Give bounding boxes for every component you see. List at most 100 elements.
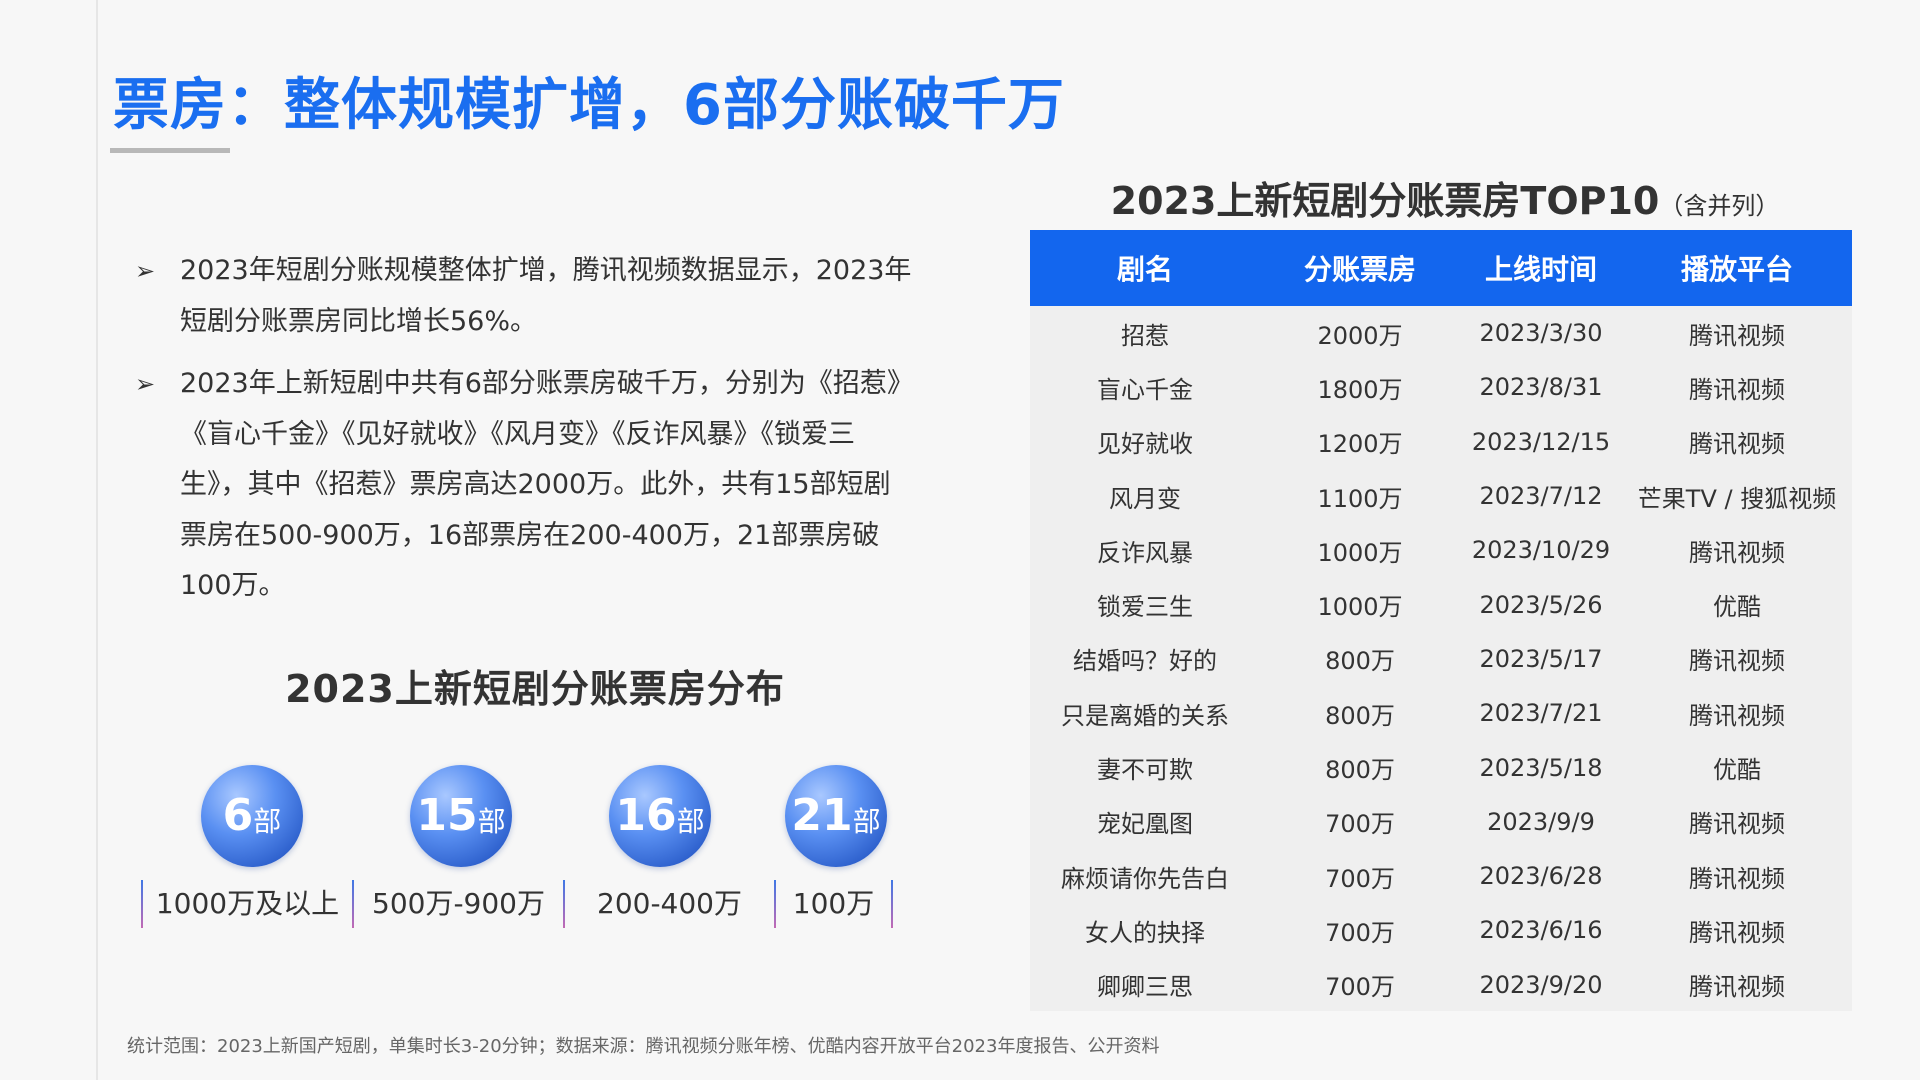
table-cell: 麻烦请你先告白 — [1061, 864, 1229, 893]
table-body: 招惹 2000万 2023/3/30 腾讯视频 盲心千金 1800万 2023/8/31 腾讯… — [1030, 306, 1852, 1012]
table-cell: 2023/8/31 — [1479, 373, 1603, 402]
table-cell: 卿卿三思 — [1097, 973, 1193, 1002]
table-cell: 腾讯视频 — [1689, 864, 1785, 893]
table-cell: 2023/3/30 — [1479, 319, 1603, 348]
table-cell: 1200万 — [1317, 430, 1403, 459]
table-cell: 风月变 — [1109, 484, 1181, 513]
range-label: 1000万及以上 — [155, 887, 340, 920]
table-row: 锁爱三生 1000万 2023/5/26 优酷 — [1030, 577, 1852, 631]
table-cell: 700万 — [1325, 973, 1395, 1002]
header-cell: 上线时间 — [1460, 230, 1622, 306]
bullet-text: 2023年短剧分账规模整体扩增，腾讯视频数据显示，2023年短剧分账票房同比增长… — [180, 255, 912, 337]
table-cell: 2023/5/18 — [1479, 753, 1603, 782]
count-unit: 部 — [477, 805, 506, 838]
table-cell: 腾讯视频 — [1689, 918, 1785, 947]
table-cell: 妻不可欺 — [1097, 756, 1193, 785]
table-cell: 2023/6/28 — [1479, 862, 1603, 891]
table-title: 2023上新短剧分账票房TOP10（含并列） — [1030, 170, 1860, 225]
table-cell: 800万 — [1325, 647, 1395, 676]
table-cell: 腾讯视频 — [1689, 701, 1785, 730]
count-circle: 15 部 — [410, 765, 512, 867]
table-cell: 700万 — [1325, 810, 1395, 839]
count-unit: 部 — [253, 805, 282, 838]
table-cell: 优酷 — [1713, 593, 1761, 622]
table-cell: 1800万 — [1317, 375, 1403, 404]
count-number: 15 — [416, 790, 478, 841]
table-cell: 腾讯视频 — [1689, 538, 1785, 567]
table-header-row: 剧名 分账票房 上线时间 播放平台 — [1030, 230, 1852, 306]
range-label: 100万 — [792, 887, 875, 920]
table-row: 妻不可欺 800万 2023/5/18 优酷 — [1030, 740, 1852, 794]
table-cell: 腾讯视频 — [1689, 810, 1785, 839]
range-labels: 1000万及以上 500万-900万 200-400万 100万 — [141, 880, 893, 928]
count-unit: 部 — [676, 805, 705, 838]
table-cell: 2023/6/16 — [1479, 916, 1603, 945]
table-cell: 2023/5/26 — [1479, 590, 1603, 619]
table-cell: 1000万 — [1317, 593, 1403, 622]
count-circle: 16 部 — [609, 765, 711, 867]
table-cell: 2023/9/20 — [1479, 970, 1603, 999]
table-row: 风月变 1100万 2023/7/12 芒果TV / 搜狐视频 — [1030, 469, 1852, 523]
table-row: 反诈风暴 1000万 2023/10/29 腾讯视频 — [1030, 523, 1852, 577]
table-cell: 1100万 — [1317, 484, 1403, 513]
table-row: 卿卿三思 700万 2023/9/20 腾讯视频 — [1030, 958, 1852, 1012]
table-title-text: 2023上新短剧分账票房TOP10 — [1110, 179, 1660, 223]
arrow-bullet-icon: ➢ — [135, 257, 156, 285]
table-subtitle: （含并列） — [1659, 192, 1780, 220]
divider — [891, 880, 893, 928]
table-cell: 腾讯视频 — [1689, 647, 1785, 676]
table-cell: 2023/7/12 — [1479, 482, 1603, 511]
table-cell: 招惹 — [1121, 321, 1169, 350]
table-cell: 腾讯视频 — [1689, 321, 1785, 350]
table-row: 盲心千金 1800万 2023/8/31 腾讯视频 — [1030, 360, 1852, 414]
count-circle: 21 部 — [785, 765, 887, 867]
footnote: 统计范围：2023上新国产短剧，单集时长3-20分钟；数据来源：腾讯视频分账年榜… — [127, 1036, 1160, 1057]
table-cell: 2023/5/17 — [1479, 644, 1603, 673]
table-cell: 优酷 — [1713, 756, 1761, 785]
table-row: 宠妃凰图 700万 2023/9/9 腾讯视频 — [1030, 795, 1852, 849]
table-cell: 只是离婚的关系 — [1061, 701, 1229, 730]
page-title: 票房：整体规模扩增，6部分账破千万 — [113, 73, 1065, 138]
distribution-title: 2023上新短剧分账票房分布 — [285, 667, 785, 711]
table-cell: 宠妃凰图 — [1097, 810, 1193, 839]
table-cell: 结婚吗？好的 — [1073, 647, 1217, 676]
table-row: 只是离婚的关系 800万 2023/7/21 腾讯视频 — [1030, 686, 1852, 740]
count-unit: 部 — [852, 805, 881, 838]
table-cell: 女人的抉择 — [1085, 918, 1205, 947]
top10-table: 剧名 分账票房 上线时间 播放平台 招惹 2000万 2023/3/30 腾讯视频 盲心… — [1030, 230, 1852, 1012]
table-cell: 800万 — [1325, 756, 1395, 785]
bullet-item: ➢ 2023年短剧分账规模整体扩增，腾讯视频数据显示，2023年短剧分账票房同比… — [135, 246, 915, 347]
header-cell: 剧名 — [1030, 230, 1260, 306]
bullet-text: 2023年上新短剧中共有6部分账票房破千万，分别为《招惹》《盲心千金》《见好就收… — [180, 368, 914, 601]
table-row: 结婚吗？好的 800万 2023/5/17 腾讯视频 — [1030, 632, 1852, 686]
table-cell: 反诈风暴 — [1097, 538, 1193, 567]
count-number: 6 — [222, 790, 254, 841]
table-cell: 见好就收 — [1097, 430, 1193, 459]
table-cell: 2023/9/9 — [1487, 807, 1595, 836]
arrow-bullet-icon: ➢ — [135, 370, 156, 398]
table-row: 招惹 2000万 2023/3/30 腾讯视频 — [1030, 306, 1852, 360]
table-cell: 腾讯视频 — [1689, 430, 1785, 459]
range-label: 200-400万 — [597, 887, 742, 920]
table-cell: 1000万 — [1317, 538, 1403, 567]
table-cell: 800万 — [1325, 701, 1395, 730]
range-label: 500万-900万 — [372, 887, 545, 920]
table-cell: 腾讯视频 — [1689, 375, 1785, 404]
table-row: 女人的抉择 700万 2023/6/16 腾讯视频 — [1030, 903, 1852, 957]
header-cell: 播放平台 — [1622, 230, 1852, 306]
header-cell: 分账票房 — [1260, 230, 1460, 306]
table-cell: 腾讯视频 — [1689, 973, 1785, 1002]
table-cell: 700万 — [1325, 864, 1395, 893]
top10-table-container: 剧名 分账票房 上线时间 播放平台 招惹 2000万 2023/3/30 腾讯视频 盲心… — [1030, 230, 1852, 1011]
table-row: 见好就收 1200万 2023/12/15 腾讯视频 — [1030, 415, 1852, 469]
table-row: 麻烦请你先告白 700万 2023/6/28 腾讯视频 — [1030, 849, 1852, 903]
table-cell: 芒果TV / 搜狐视频 — [1637, 484, 1837, 513]
count-number: 16 — [615, 790, 677, 841]
bullet-item: ➢ 2023年上新短剧中共有6部分账票房破千万，分别为《招惹》《盲心千金》《见好… — [135, 359, 915, 612]
table-cell: 盲心千金 — [1097, 375, 1193, 404]
table-cell: 2000万 — [1317, 321, 1403, 350]
table-cell: 2023/10/29 — [1471, 536, 1611, 565]
left-margin-rule — [96, 0, 98, 1080]
table-cell: 锁爱三生 — [1097, 593, 1193, 622]
count-circle: 6部 — [201, 765, 303, 867]
